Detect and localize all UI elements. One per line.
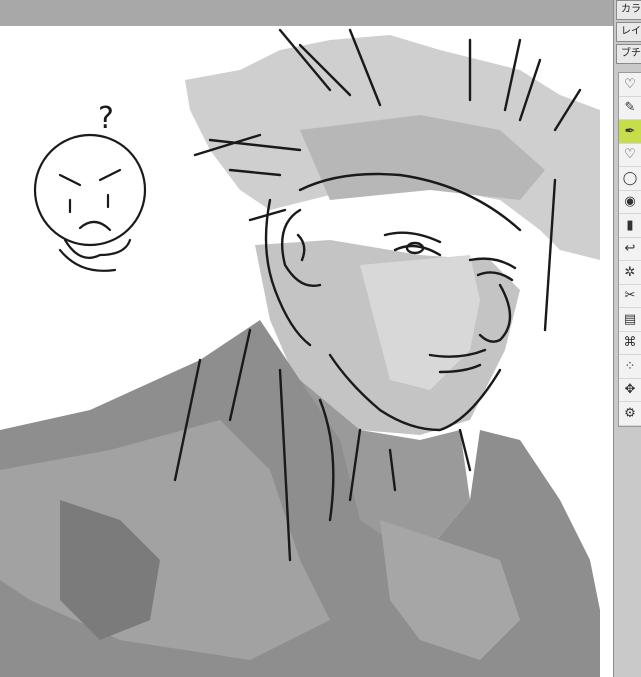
heart-icon[interactable]: ♡: [619, 73, 641, 97]
tool-column: ♡ ✎ ✒ ♡ ◯ ◉ ▮ ↩ ✲ ✂ ▤ ⌘ ⁘ ✥ ⚙: [618, 72, 641, 427]
tab-sub-tool[interactable]: ブチ: [616, 44, 641, 64]
tool-panel: カラ レイ ブチ ♡ ✎ ✒ ♡ ◯ ◉ ▮ ↩ ✲ ✂ ▤ ⌘ ⁘ ✥ ⚙: [613, 0, 641, 677]
drawing-canvas[interactable]: ?: [0, 26, 613, 677]
clipboard-icon[interactable]: ▤: [619, 308, 641, 332]
gradient-icon[interactable]: ▮: [619, 214, 641, 238]
scissors-icon[interactable]: ✂: [619, 285, 641, 308]
fill-icon[interactable]: ◉: [619, 191, 641, 214]
move-icon[interactable]: ✥: [619, 379, 641, 402]
canvas-top-strip: [0, 0, 613, 26]
undo-icon[interactable]: ↩: [619, 238, 641, 261]
eyedropper-icon[interactable]: ✎: [619, 97, 641, 120]
artwork: ?: [0, 28, 600, 677]
heart-2-icon[interactable]: ♡: [619, 144, 641, 167]
lasso-icon[interactable]: ◯: [619, 167, 641, 191]
doodle-question-mark: ?: [98, 101, 114, 136]
doodle-face: [33, 133, 147, 272]
select-dots-icon[interactable]: ⁘: [619, 355, 641, 379]
tab-layer[interactable]: レイ: [616, 22, 641, 42]
tab-color[interactable]: カラ: [616, 0, 641, 20]
pen-icon[interactable]: ✒: [619, 120, 641, 144]
sparkle-icon[interactable]: ✲: [619, 261, 641, 285]
transform-icon[interactable]: ⌘: [619, 332, 641, 355]
gear-icon[interactable]: ⚙: [619, 402, 641, 426]
